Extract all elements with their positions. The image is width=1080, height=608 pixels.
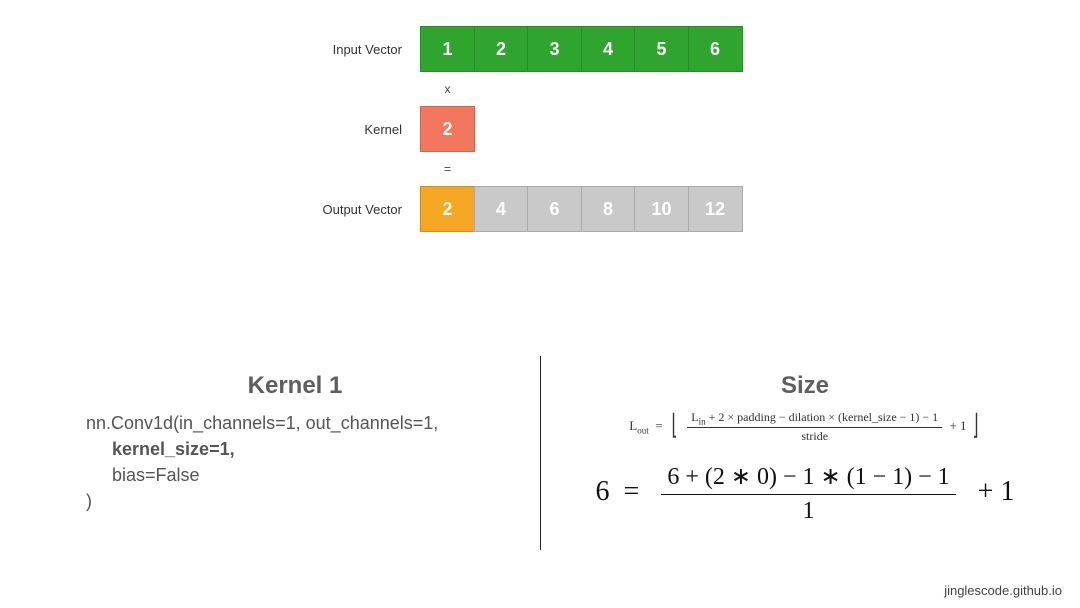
code-line: ) [86, 488, 504, 514]
denominator: 1 [661, 495, 955, 525]
left-title: Kernel 1 [86, 372, 504, 400]
code-line: bias=False [86, 462, 504, 488]
code-block: nn.Conv1d(in_channels=1, out_channels=1,… [86, 410, 504, 514]
input-cell: 3 [527, 26, 582, 72]
kernel-cells: 2 [420, 106, 475, 152]
output-cell: 10 [634, 186, 689, 232]
left-panel: Kernel 1 nn.Conv1d(in_channels=1, out_ch… [0, 372, 540, 582]
numeric-trailer: + 1 [978, 476, 1015, 507]
vectors-area: Input Vector 1 2 3 4 5 6 x Kernel 2 = [0, 26, 1080, 238]
right-title: Size [570, 372, 1040, 400]
formula-lhs: Lout [629, 418, 648, 433]
code-line: nn.Conv1d(in_channels=1, out_channels=1, [86, 410, 504, 436]
kernel-cell: 2 [420, 106, 475, 152]
input-cells: 1 2 3 4 5 6 [420, 26, 743, 72]
right-panel: Size Lout = ⌊ Lin + 2 × padding − dilati… [540, 372, 1080, 582]
times-symbol: x [420, 82, 475, 96]
output-label: Output Vector [0, 202, 420, 217]
input-cell: 1 [420, 26, 475, 72]
fraction: Lin + 2 × padding − dilation × (kernel_s… [687, 410, 942, 444]
input-row: Input Vector 1 2 3 4 5 6 [0, 26, 1080, 72]
equals-row: = [0, 158, 1080, 180]
fraction: 6 + (2 ∗ 0) − 1 ∗ (1 − 1) − 1 1 [661, 462, 955, 525]
output-row: Output Vector 2 4 6 8 10 12 [0, 186, 1080, 232]
formula-general: Lout = ⌊ Lin + 2 × padding − dilation × … [570, 410, 1040, 444]
kernel-row: Kernel 2 [0, 106, 1080, 152]
formula-numeric: 6 = 6 + (2 ∗ 0) − 1 ∗ (1 − 1) − 1 1 + 1 [570, 462, 1040, 525]
floor-left-icon: ⌊ [672, 408, 678, 442]
input-cell: 6 [688, 26, 743, 72]
output-cell: 4 [474, 186, 529, 232]
numerator: Lin + 2 × padding − dilation × (kernel_s… [687, 410, 942, 428]
credit-text: jinglescode.github.io [944, 583, 1062, 598]
output-cell: 12 [688, 186, 743, 232]
code-line: kernel_size=1, [86, 436, 504, 462]
times-row: x [0, 78, 1080, 100]
kernel-label: Kernel [0, 122, 420, 137]
input-cell: 4 [581, 26, 636, 72]
diagram-canvas: Input Vector 1 2 3 4 5 6 x Kernel 2 = [0, 0, 1080, 608]
numeric-lhs: 6 [596, 476, 610, 507]
output-cells: 2 4 6 8 10 12 [420, 186, 743, 232]
bottom-panels: Kernel 1 nn.Conv1d(in_channels=1, out_ch… [0, 372, 1080, 582]
input-label: Input Vector [0, 42, 420, 57]
output-cell: 6 [527, 186, 582, 232]
output-cell: 8 [581, 186, 636, 232]
formula-trailer: + 1 [949, 418, 966, 433]
equals-symbol: = [420, 162, 475, 176]
input-cell: 2 [474, 26, 529, 72]
numerator: 6 + (2 ∗ 0) − 1 ∗ (1 − 1) − 1 [661, 462, 955, 495]
output-cell-active: 2 [420, 186, 475, 232]
input-cell: 5 [634, 26, 689, 72]
floor-right-icon: ⌋ [972, 408, 978, 442]
denominator: stride [687, 428, 942, 444]
